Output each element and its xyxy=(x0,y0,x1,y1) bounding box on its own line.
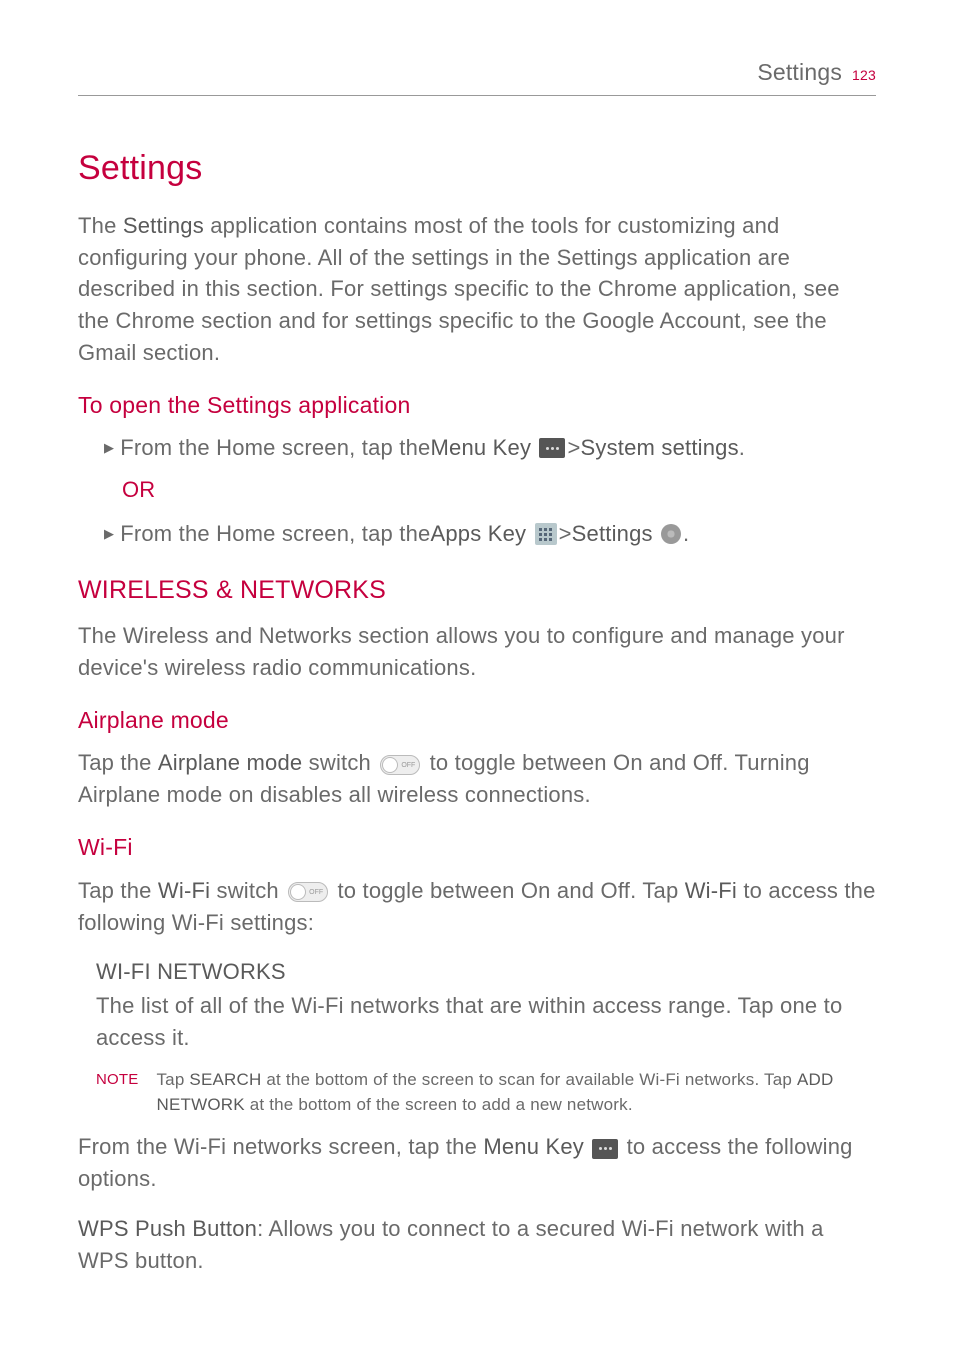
bullet1-system-settings: System settings xyxy=(581,432,739,464)
switch-off-label: OFF xyxy=(401,761,415,771)
wireless-paragraph: The Wireless and Networks section allows… xyxy=(78,620,876,684)
from-menu-key-bold: Menu Key xyxy=(483,1134,584,1159)
switch-off-label: OFF xyxy=(309,888,323,898)
note-label: NOTE xyxy=(96,1068,138,1117)
note-text: Tap SEARCH at the bottom of the screen t… xyxy=(156,1068,876,1117)
bullet1-gt: > xyxy=(567,432,580,464)
menu-key-icon xyxy=(539,438,565,458)
wifi-networks-block: WI-FI NETWORKS The list of all of the Wi… xyxy=(96,956,876,1054)
page-header: Settings 123 xyxy=(78,56,876,96)
airplane-paragraph: Tap the Airplane mode switch OFF to togg… xyxy=(78,747,876,811)
bullet2-text-a: From the Home screen, tap the xyxy=(120,518,430,550)
wps-bold: WPS Push Button xyxy=(78,1216,257,1241)
apps-key-icon xyxy=(535,523,557,545)
bullet1-period: . xyxy=(739,432,745,464)
spacer xyxy=(531,432,537,464)
intro-paragraph: The Settings application contains most o… xyxy=(78,210,876,369)
from-wifi-paragraph: From the Wi-Fi networks screen, tap the … xyxy=(78,1131,876,1195)
note-e: at the bottom of the screen to add a new… xyxy=(245,1095,633,1114)
spacer xyxy=(526,518,532,550)
wifi-bold-2: Wi-Fi xyxy=(685,878,737,903)
wifi-text-a: Tap the xyxy=(78,878,158,903)
gear-icon xyxy=(661,524,681,544)
note-search-bold: SEARCH xyxy=(189,1070,261,1089)
open-settings-heading: To open the Settings application xyxy=(78,389,876,422)
bullet2-settings-label: Settings xyxy=(572,518,653,550)
page-title: Settings xyxy=(78,144,876,193)
bullet-item-1: ▶ From the Home screen, tap the Menu Key… xyxy=(104,432,876,464)
wifi-paragraph: Tap the Wi-Fi switch OFF to toggle betwe… xyxy=(78,875,876,939)
wireless-networks-heading: WIRELESS & NETWORKS xyxy=(78,572,876,608)
bullet2-period: . xyxy=(683,518,689,550)
menu-key-icon xyxy=(592,1139,618,1159)
bullet1-text-a: From the Home screen, tap the xyxy=(120,432,430,464)
wifi-networks-paragraph: The list of all of the Wi-Fi networks th… xyxy=(96,990,876,1054)
note-c: at the bottom of the screen to scan for … xyxy=(261,1070,796,1089)
note-a: Tap xyxy=(156,1070,189,1089)
wps-paragraph: WPS Push Button: Allows you to connect t… xyxy=(78,1213,876,1277)
bullet1-menu-key-label: Menu Key xyxy=(430,432,531,464)
from-a: From the Wi-Fi networks screen, tap the xyxy=(78,1134,483,1159)
or-label: OR xyxy=(122,474,876,506)
intro-bold-settings: Settings xyxy=(123,213,204,238)
bullet-item-2: ▶ From the Home screen, tap the Apps Key… xyxy=(104,518,876,550)
airplane-mode-bold: Airplane mode xyxy=(158,750,302,775)
airplane-text-c: switch xyxy=(302,750,377,775)
wifi-switch-icon: OFF xyxy=(288,882,328,902)
wifi-text-d: to toggle between On and Off. Tap xyxy=(331,878,685,903)
bullet2-gt: > xyxy=(559,518,572,550)
wifi-text-c: switch xyxy=(210,878,285,903)
bullet-triangle-icon: ▶ xyxy=(104,525,114,544)
note-row: NOTE Tap SEARCH at the bottom of the scr… xyxy=(96,1068,876,1117)
spacer xyxy=(653,518,659,550)
airplane-switch-icon: OFF xyxy=(380,755,420,775)
airplane-mode-heading: Airplane mode xyxy=(78,704,876,737)
bullet2-apps-key-label: Apps Key xyxy=(430,518,526,550)
header-title: Settings xyxy=(757,56,842,89)
wifi-bold-1: Wi-Fi xyxy=(158,878,210,903)
header-page-number: 123 xyxy=(852,65,876,85)
spacer xyxy=(584,1134,590,1159)
airplane-text-a: Tap the xyxy=(78,750,158,775)
bullet-triangle-icon: ▶ xyxy=(104,439,114,458)
intro-text-a: The xyxy=(78,213,123,238)
wifi-heading: Wi-Fi xyxy=(78,831,876,864)
wifi-networks-subheading: WI-FI NETWORKS xyxy=(96,956,876,988)
